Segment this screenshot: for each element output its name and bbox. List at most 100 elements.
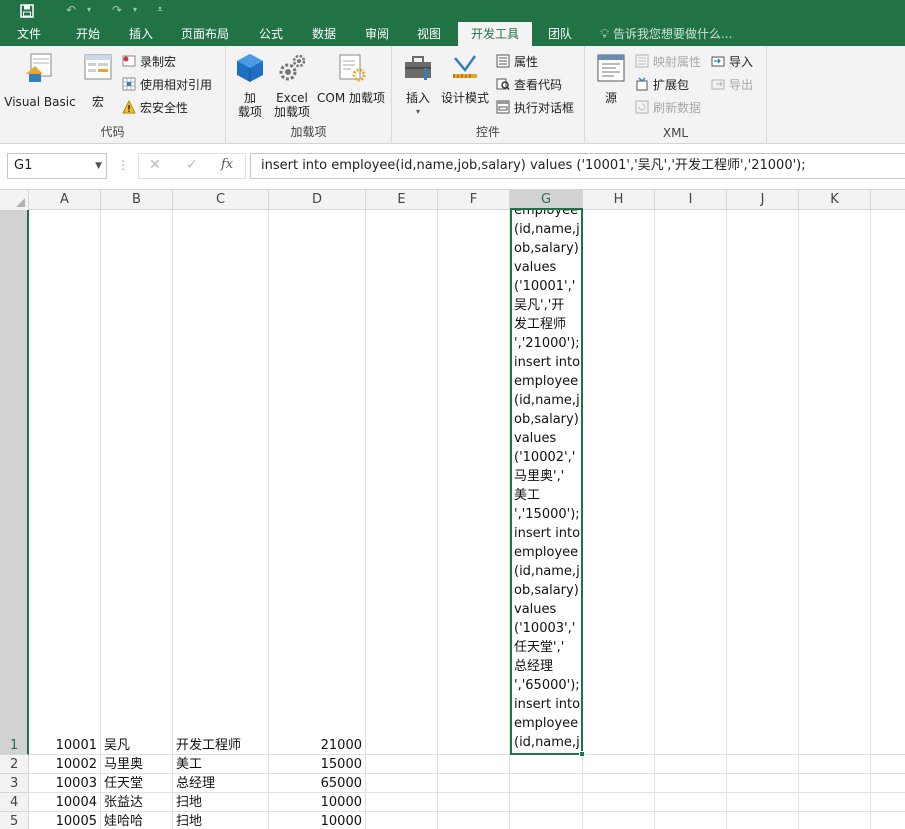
formula-bar-splitter-icon[interactable]: ⋮ xyxy=(117,158,129,172)
cell-salary[interactable]: 10000 xyxy=(269,793,365,812)
cell-salary[interactable]: 15000 xyxy=(269,755,365,774)
tab-team[interactable]: 团队 xyxy=(537,22,583,46)
record-macro-button[interactable]: 录制宏 xyxy=(122,52,176,72)
cancel-icon[interactable]: ✕ xyxy=(149,157,161,173)
cell-salary[interactable]: 21000 xyxy=(269,736,365,755)
name-box-dropdown-icon[interactable]: ▼ xyxy=(95,154,102,178)
insert-control-button[interactable]: 插入 ▾ xyxy=(400,52,436,119)
xml-source-button[interactable]: 源 xyxy=(593,52,629,105)
column-header-k[interactable]: K xyxy=(799,190,871,210)
visual-basic-button[interactable]: Visual Basic xyxy=(4,52,76,109)
customize-icon[interactable]: ⩡ xyxy=(152,0,168,22)
column-header-b[interactable]: B xyxy=(101,190,173,210)
cell-id[interactable]: 10001 xyxy=(29,736,100,755)
cell-job[interactable]: 扫地 xyxy=(173,812,268,829)
column-header-g[interactable]: G xyxy=(510,190,583,210)
group-xml: 源 映射属性 扩展包 刷新数据 导入 导出 XML xyxy=(585,46,767,144)
cell-salary[interactable]: 10000 xyxy=(269,812,365,829)
macro-security-button[interactable]: 宏安全性 xyxy=(122,98,188,118)
relative-reference-button[interactable]: 使用相对引用 xyxy=(122,75,212,95)
fill-handle[interactable] xyxy=(579,751,585,757)
name-box-value: G1 xyxy=(14,158,33,173)
formula-input[interactable]: insert into employee(id,name,job,salary)… xyxy=(250,153,905,179)
refresh-data-button[interactable]: 刷新数据 xyxy=(635,98,701,118)
expansion-packs-label: 扩展包 xyxy=(653,78,690,92)
cell-name[interactable]: 吴凡 xyxy=(101,736,172,755)
insert-function-icon[interactable]: fx xyxy=(221,157,233,172)
row-header-2[interactable]: 2 xyxy=(0,755,29,774)
redo-icon[interactable]: ↷ xyxy=(106,0,128,22)
view-code-button[interactable]: 查看代码 xyxy=(496,75,562,95)
g1-text-line: (id,name,j xyxy=(514,564,580,579)
cell-id[interactable]: 10005 xyxy=(29,812,100,829)
tab-page-layout[interactable]: 页面布局 xyxy=(172,22,238,46)
column-header-j[interactable]: J xyxy=(727,190,799,210)
map-properties-button[interactable]: 映射属性 xyxy=(635,52,701,72)
group-code-label: 代码 xyxy=(100,125,125,139)
row-header-5[interactable]: 5 xyxy=(0,812,29,829)
g1-text-line: employee xyxy=(514,374,579,389)
excel-addins-button[interactable]: Excel 加载项 xyxy=(270,52,314,119)
tell-me-search[interactable]: 💡︎ 告诉我您想要做什么... xyxy=(600,22,732,46)
cell-job[interactable]: 美工 xyxy=(173,755,268,774)
xml-import-button[interactable]: 导入 xyxy=(711,52,753,72)
cell-name[interactable]: 张益达 xyxy=(101,793,172,812)
tab-developer[interactable]: 开发工具 xyxy=(458,22,532,46)
column-gridline xyxy=(870,210,871,829)
select-all-corner[interactable] xyxy=(0,190,29,210)
macros-button[interactable]: 宏 xyxy=(80,52,116,109)
tab-view[interactable]: 视图 xyxy=(406,22,452,46)
active-cell-g1[interactable]: employee (id,name,j ob,salary) values ('1000… xyxy=(510,208,583,755)
tab-data[interactable]: 数据 xyxy=(301,22,347,46)
name-box[interactable]: G1 ▼ xyxy=(7,153,107,179)
column-header-f[interactable]: F xyxy=(438,190,510,210)
refresh-data-icon xyxy=(635,100,649,114)
tab-formulas[interactable]: 公式 xyxy=(248,22,294,46)
cell-job[interactable]: 扫地 xyxy=(173,793,268,812)
column-header-i[interactable]: I xyxy=(655,190,727,210)
cell-name[interactable]: 娃哈哈 xyxy=(101,812,172,829)
xml-export-button[interactable]: 导出 xyxy=(711,75,753,95)
row-header-1[interactable]: 1 xyxy=(0,210,29,755)
tab-insert[interactable]: 插入 xyxy=(118,22,164,46)
cell-name[interactable]: 任天堂 xyxy=(101,774,172,793)
cell-id[interactable]: 10004 xyxy=(29,793,100,812)
g1-text-line: 任天堂',' xyxy=(514,640,565,655)
cell-name[interactable]: 马里奥 xyxy=(101,755,172,774)
worksheet-grid[interactable]: ABCDEFGHIJK 1 10001 吴凡 开发工程师 21000 2 10002 马里奥美… xyxy=(0,190,905,829)
enter-icon[interactable]: ✓ xyxy=(186,157,198,173)
column-header-e[interactable]: E xyxy=(366,190,438,210)
insert-dropdown-icon: ▾ xyxy=(415,107,420,116)
run-dialog-button[interactable]: 执行对话框 xyxy=(496,98,574,118)
column-gridline xyxy=(437,210,438,829)
tab-review[interactable]: 审阅 xyxy=(354,22,400,46)
row-header-4[interactable]: 4 xyxy=(0,793,29,812)
column-header-d[interactable]: D xyxy=(269,190,366,210)
tab-file[interactable]: 文件 xyxy=(7,22,51,46)
tab-home[interactable]: 开始 xyxy=(65,22,111,46)
group-xml-label: XML xyxy=(662,126,689,140)
column-header-h[interactable]: H xyxy=(583,190,655,210)
redo-dropdown-icon[interactable]: ▾ xyxy=(130,0,140,22)
save-icon[interactable] xyxy=(16,0,38,22)
com-addins-button[interactable]: COM 加载项 xyxy=(314,52,388,105)
design-mode-button[interactable]: 设计模式 xyxy=(438,52,492,105)
cell-id[interactable]: 10003 xyxy=(29,774,100,793)
g1-text-line: 马里奥',' xyxy=(514,469,565,484)
column-header-a[interactable]: A xyxy=(29,190,101,210)
row-header-3[interactable]: 3 xyxy=(0,774,29,793)
cell-job[interactable]: 总经理 xyxy=(173,774,268,793)
cell-id[interactable]: 10002 xyxy=(29,755,100,774)
column-header-c[interactable]: C xyxy=(173,190,269,210)
formula-bar-buttons: ✕ ✓ fx xyxy=(138,153,246,179)
addins-button[interactable]: 加 载项 xyxy=(232,52,268,119)
expansion-packs-button[interactable]: 扩展包 xyxy=(635,75,689,95)
g1-text-line: values xyxy=(514,431,557,446)
undo-icon[interactable]: ↶ xyxy=(60,0,82,22)
cell-salary[interactable]: 65000 xyxy=(269,774,365,793)
view-code-label: 查看代码 xyxy=(514,78,563,92)
addins-label-line1: 加 xyxy=(243,91,256,105)
undo-dropdown-icon[interactable]: ▾ xyxy=(84,0,94,22)
properties-button[interactable]: 属性 xyxy=(496,52,538,72)
cell-job[interactable]: 开发工程师 xyxy=(173,736,268,755)
